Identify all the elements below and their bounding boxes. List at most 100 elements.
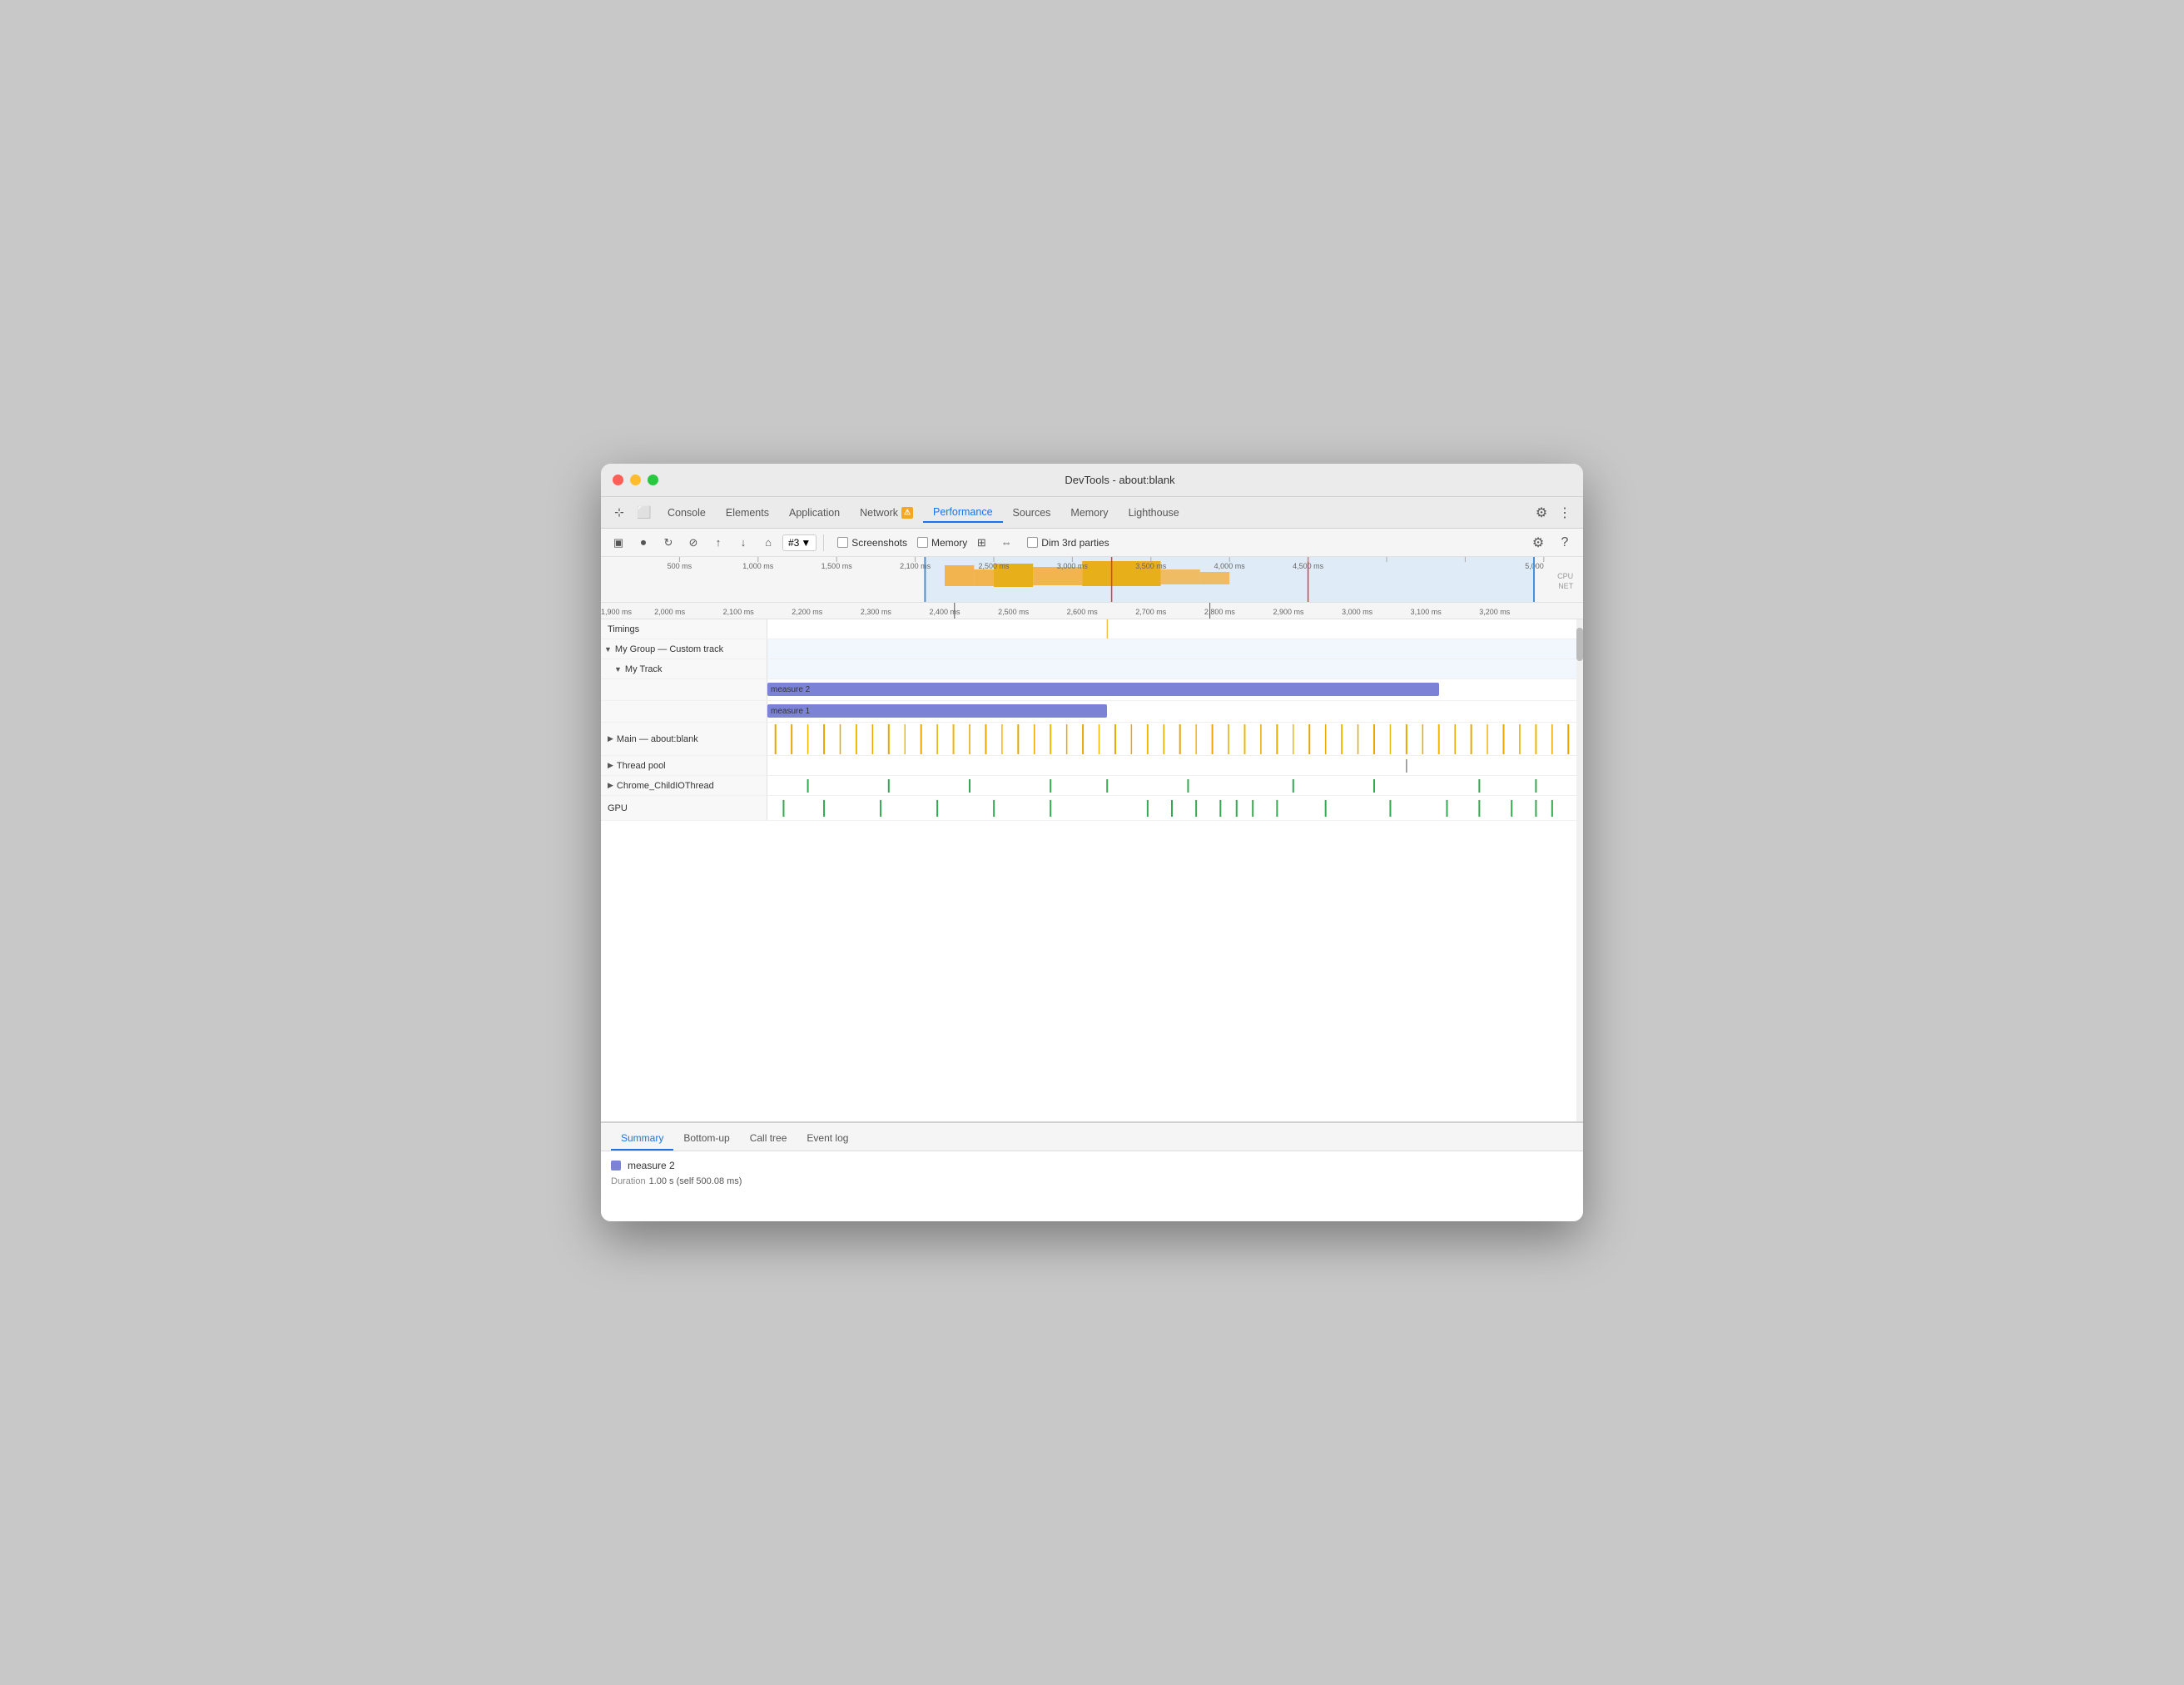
dim-3rd-checkbox-group[interactable]: Dim 3rd parties xyxy=(1027,537,1109,549)
svg-text:2,300 ms: 2,300 ms xyxy=(861,608,892,616)
download-icon[interactable]: ↓ xyxy=(732,532,754,554)
tab-bottom-up[interactable]: Bottom-up xyxy=(673,1127,739,1151)
tracks-wrapper: Timings ▼ My Group — Custom track xyxy=(601,619,1583,1121)
inspect-icon[interactable]: ⊹ xyxy=(608,501,631,524)
memory-checkbox[interactable] xyxy=(917,537,928,548)
tab-performance[interactable]: Performance xyxy=(923,503,1003,523)
timings-track-row: Timings xyxy=(601,619,1576,639)
tab-sources[interactable]: Sources xyxy=(1003,504,1061,522)
title-bar: DevTools - about:blank xyxy=(601,464,1583,497)
close-button[interactable] xyxy=(613,475,623,485)
chrome-io-content xyxy=(767,776,1576,795)
svg-text:1,900 ms: 1,900 ms xyxy=(601,608,633,616)
my-track-label[interactable]: ▼ My Track xyxy=(601,659,767,678)
settings-icon[interactable]: ⚙ xyxy=(1530,501,1553,524)
record-icon[interactable]: ⏺ xyxy=(633,532,654,554)
scroll-handle[interactable] xyxy=(1576,628,1583,661)
dim-3rd-checkbox[interactable] xyxy=(1027,537,1038,548)
measure2-bar[interactable]: measure 2 xyxy=(767,683,1439,696)
tab-lighthouse[interactable]: Lighthouse xyxy=(1119,504,1189,522)
overview-chart: 500 ms 1,000 ms 1,500 ms 2,100 ms 2,500 … xyxy=(601,557,1583,603)
minimize-button[interactable] xyxy=(630,475,641,485)
tracks-area[interactable]: Timings ▼ My Group — Custom track xyxy=(601,619,1576,1121)
gpu-label: GPU xyxy=(601,796,767,820)
recording-selector[interactable]: #3 ▼ xyxy=(782,534,817,551)
svg-text:3,100 ms: 3,100 ms xyxy=(1411,608,1442,616)
panel-layout-icon[interactable]: ▣ xyxy=(608,532,629,554)
maximize-button[interactable] xyxy=(648,475,658,485)
timings-text: Timings xyxy=(608,624,639,634)
measure1-content[interactable]: measure 1 xyxy=(767,701,1576,722)
thread-pool-label[interactable]: ▶ Thread pool xyxy=(601,756,767,775)
devtools-tabs: ⊹ ⬜ Console Elements Application Network… xyxy=(601,497,1583,529)
flame-chart-icon[interactable]: ⊞ xyxy=(970,532,992,554)
screenshots-label: Screenshots xyxy=(851,537,907,549)
help-icon[interactable]: ? xyxy=(1553,531,1576,554)
my-track-row: ▼ My Track xyxy=(601,659,1576,679)
main-chevron-icon: ▶ xyxy=(608,734,613,743)
clear-icon[interactable]: ⊘ xyxy=(682,532,704,554)
bottom-panel: Summary Bottom-up Call tree Event log me… xyxy=(601,1121,1583,1221)
main-content xyxy=(767,723,1576,755)
svg-text:2,700 ms: 2,700 ms xyxy=(1135,608,1167,616)
screenshots-checkbox[interactable] xyxy=(837,537,848,548)
tab-event-log[interactable]: Event log xyxy=(797,1127,858,1151)
main-label[interactable]: ▶ Main — about:blank xyxy=(601,723,767,755)
chrome-io-label[interactable]: ▶ Chrome_ChildIOThread xyxy=(601,776,767,795)
chrome-io-text: Chrome_ChildIOThread xyxy=(617,781,714,791)
memory-checkbox-group[interactable]: Memory xyxy=(917,537,967,549)
chrome-io-row: ▶ Chrome_ChildIOThread xyxy=(601,776,1576,796)
svg-text:NET: NET xyxy=(1558,582,1574,590)
thread-pool-row: ▶ Thread pool xyxy=(601,756,1576,776)
tab-memory[interactable]: Memory xyxy=(1060,504,1118,522)
custom-group-label[interactable]: ▼ My Group — Custom track xyxy=(601,639,767,659)
svg-text:2,100 ms: 2,100 ms xyxy=(900,562,931,570)
thread-pool-content xyxy=(767,756,1576,775)
svg-text:2,400 ms: 2,400 ms xyxy=(929,608,960,616)
svg-text:2,500 ms: 2,500 ms xyxy=(978,562,1010,570)
selected-region xyxy=(767,639,1576,659)
tab-network[interactable]: Network ⚠ xyxy=(850,504,923,522)
svg-text:2,100 ms: 2,100 ms xyxy=(723,608,755,616)
perf-settings-icon[interactable]: ⚙ xyxy=(1526,531,1550,554)
svg-text:2,600 ms: 2,600 ms xyxy=(1067,608,1099,616)
my-track-selected xyxy=(767,659,1576,678)
duration-label: Duration xyxy=(611,1176,646,1186)
refresh-icon[interactable]: ↻ xyxy=(658,532,679,554)
measure2-row: measure 2 xyxy=(601,679,1576,701)
measure-title-row: measure 2 xyxy=(611,1160,1573,1171)
thread-pool-text: Thread pool xyxy=(617,761,666,771)
overview-bar[interactable]: 500 ms 1,000 ms 1,500 ms 2,100 ms 2,500 … xyxy=(601,557,1583,603)
chevron-down-icon: ▼ xyxy=(604,645,612,654)
layout-switch-icon[interactable]: ⇔ xyxy=(995,532,1017,554)
detail-time-ruler: 1,900 ms 2,000 ms 2,100 ms 2,200 ms 2,30… xyxy=(601,603,1583,619)
home-icon[interactable]: ⌂ xyxy=(757,532,779,554)
dropdown-arrow-icon: ▼ xyxy=(801,537,811,549)
dim-3rd-label: Dim 3rd parties xyxy=(1041,537,1109,549)
tab-console[interactable]: Console xyxy=(658,504,716,522)
measure2-content[interactable]: measure 2 xyxy=(767,679,1576,700)
vertical-scrollbar[interactable] xyxy=(1576,619,1583,1121)
timeline-container: 500 ms 1,000 ms 1,500 ms 2,100 ms 2,500 … xyxy=(601,557,1583,1121)
tab-elements[interactable]: Elements xyxy=(716,504,779,522)
custom-group-content xyxy=(767,639,1576,659)
more-options-icon[interactable]: ⋮ xyxy=(1553,501,1576,524)
separator-1 xyxy=(823,534,824,551)
duration-row: Duration 1.00 s (self 500.08 ms) xyxy=(611,1176,1573,1186)
measure1-label: measure 1 xyxy=(771,707,810,716)
main-text: Main — about:blank xyxy=(617,734,698,744)
tab-application[interactable]: Application xyxy=(779,504,850,522)
empty-track-space xyxy=(601,821,1576,1054)
measure1-bar[interactable]: measure 1 xyxy=(767,704,1107,718)
devtools-window: DevTools - about:blank ⊹ ⬜ Console Eleme… xyxy=(601,464,1583,1221)
tab-call-tree[interactable]: Call tree xyxy=(740,1127,797,1151)
device-icon[interactable]: ⬜ xyxy=(633,501,656,524)
gpu-svg xyxy=(767,796,1576,820)
tab-summary[interactable]: Summary xyxy=(611,1127,673,1151)
bottom-content: measure 2 Duration 1.00 s (self 500.08 m… xyxy=(601,1151,1583,1221)
screenshots-checkbox-group[interactable]: Screenshots xyxy=(837,537,907,549)
upload-icon[interactable]: ↑ xyxy=(707,532,729,554)
chevron-down-icon-2: ▼ xyxy=(614,665,622,674)
gpu-text: GPU xyxy=(608,803,628,813)
timings-svg xyxy=(767,619,1576,639)
